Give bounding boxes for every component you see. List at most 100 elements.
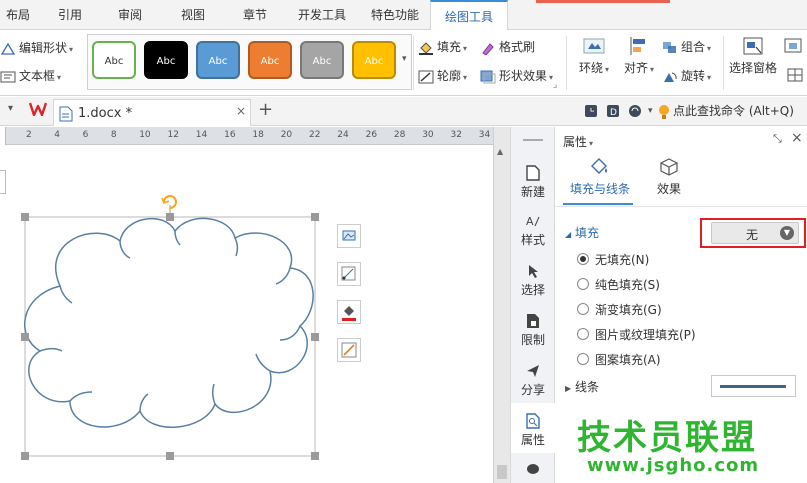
textbox-button[interactable]: 文本框 ▾	[0, 67, 61, 84]
fill-button[interactable]: 填充 ▾	[418, 38, 467, 55]
shape-effects-button[interactable]: 形状效果 ▾	[480, 67, 553, 84]
outline-button[interactable]: 轮廓 ▾	[418, 67, 467, 84]
more-tool-icon[interactable]	[784, 38, 804, 57]
chevron-down-icon: ▾	[57, 73, 62, 82]
ruler-tick-label: 32	[450, 130, 462, 140]
outline-pen-icon	[341, 342, 357, 358]
shape-style-preset[interactable]: Abc	[300, 41, 344, 79]
radio-no-fill-label[interactable]: 无填充(N)	[595, 251, 649, 268]
shape-style-preset[interactable]: Abc	[352, 41, 396, 79]
new-doc-icon	[526, 165, 540, 181]
gallery-scroll-icon[interactable]: ▾	[402, 54, 407, 64]
wrap-text-icon	[583, 38, 605, 54]
find-command-label: 点此查找命令 (Alt+Q)	[673, 104, 794, 118]
radio-no-fill[interactable]	[577, 253, 589, 265]
ruler-tick-label: 18	[252, 130, 264, 140]
radio-picture-fill[interactable]	[577, 328, 589, 340]
ruler-tick-label: 26	[365, 130, 378, 140]
find-command-box[interactable]: 点此查找命令 (Alt+Q)	[658, 102, 794, 120]
property-panel: 属性 ▾ ⤡ × 填充与线条 效果 ◢ 填充 无 ▼ 无填充(N) 纯色填充(S)…	[555, 127, 807, 483]
selection-pane-button[interactable]: 选择窗格	[728, 36, 778, 76]
layout-options-button[interactable]	[337, 224, 361, 248]
edit-shape-icon	[0, 42, 16, 55]
format-brush-button[interactable]: 格式刷	[480, 38, 535, 55]
tab-fill-and-line[interactable]: 填充与线条	[565, 157, 635, 197]
drag-grip[interactable]	[523, 139, 543, 141]
fill-section-header[interactable]: ◢ 填充	[565, 224, 599, 241]
scroll-thumb[interactable]	[497, 465, 507, 479]
vertical-scrollbar[interactable]: ▲	[493, 127, 510, 483]
dialog-launcher-icon[interactable]: ⌟	[553, 80, 557, 90]
wrap-button[interactable]: 环绕 ▾	[574, 36, 614, 76]
document-canvas[interactable]	[0, 146, 493, 483]
radio-pattern-fill-label[interactable]: 图案填充(A)	[595, 351, 661, 368]
side-new-button[interactable]: 新建	[511, 165, 555, 200]
chevron-down-icon: ▾	[707, 73, 712, 82]
new-tab-plus-icon[interactable]: +	[258, 99, 273, 120]
radio-gradient-fill-label[interactable]: 渐变填充(G)	[595, 301, 662, 318]
ruler-indent-marker[interactable]	[0, 127, 6, 145]
shape-style-preset[interactable]: Abc	[92, 41, 136, 79]
frame-icon	[784, 38, 802, 53]
watermark-url: www.jsgho.com	[587, 455, 760, 476]
cloud-shape[interactable]	[0, 146, 493, 483]
shape-style-preset[interactable]: Abc	[144, 41, 188, 79]
format-brush-label: 格式刷	[499, 40, 536, 54]
radio-gradient-fill[interactable]	[577, 303, 589, 315]
ruler-tick-label: 24	[337, 130, 349, 140]
history-icon[interactable]	[584, 104, 598, 121]
tab-references[interactable]: 引用	[48, 0, 92, 30]
document-tab[interactable]: 1.docx * ×	[53, 99, 251, 126]
group-button[interactable]: 组合 ▾	[662, 38, 711, 55]
tab-effect[interactable]: 效果	[649, 157, 689, 197]
expand-chevron-icon[interactable]: ▾	[648, 106, 653, 116]
radio-solid-fill-label[interactable]: 纯色填充(S)	[595, 276, 660, 293]
ruler-tick-label: 10	[139, 130, 151, 140]
document-file-icon	[59, 106, 73, 122]
sync-icon	[629, 105, 641, 117]
revision-icon[interactable]: D	[606, 104, 620, 121]
side-chat-button[interactable]	[511, 461, 555, 479]
tab-view[interactable]: 视图	[168, 0, 218, 30]
edit-shape-float-button[interactable]	[337, 262, 361, 286]
panel-close-icon[interactable]: ×	[791, 130, 803, 146]
line-section-header[interactable]: ▶ 线条	[565, 378, 599, 395]
radio-picture-fill-label[interactable]: 图片或纹理填充(P)	[595, 326, 696, 343]
radio-solid-fill[interactable]	[577, 278, 589, 290]
wps-logo-icon[interactable]	[28, 102, 48, 119]
align-button[interactable]: 对齐 ▾	[619, 36, 659, 76]
line-style-preview[interactable]	[711, 375, 796, 397]
fill-type-dropdown[interactable]: 无 ▼	[711, 222, 799, 244]
panel-dock-icon[interactable]: ⤡	[773, 132, 782, 146]
tab-layout[interactable]: 布局	[0, 0, 36, 30]
tab-features[interactable]: 特色功能	[364, 0, 426, 30]
more-tool-icon-2[interactable]	[786, 67, 806, 86]
backup-icon[interactable]	[628, 104, 642, 121]
side-share-button[interactable]: 分享	[511, 363, 555, 398]
radio-pattern-fill[interactable]	[577, 353, 589, 365]
outline-float-button[interactable]	[337, 338, 361, 362]
tab-list-chevron-icon[interactable]: ▾	[8, 103, 13, 114]
outline-label: 轮廓	[437, 69, 462, 83]
tab-drawing-tools[interactable]: 绘图工具	[430, 0, 508, 31]
side-style-button[interactable]: A 样式	[511, 213, 555, 248]
rotate-button[interactable]: 旋转 ▾	[662, 67, 711, 84]
side-property-button[interactable]: 属性	[511, 413, 555, 448]
edit-shape-button[interactable]: 编辑形状 ▾	[0, 39, 73, 56]
close-tab-icon[interactable]: ×	[236, 104, 246, 118]
tab-chapter[interactable]: 章节	[230, 0, 280, 30]
side-select-button[interactable]: 选择	[511, 263, 555, 298]
panel-title-button[interactable]: 属性 ▾	[563, 133, 593, 150]
tab-fill-label: 填充与线条	[569, 182, 630, 196]
shape-style-preset[interactable]: Abc	[196, 41, 240, 79]
fill-float-button[interactable]	[337, 300, 361, 324]
shape-style-preset[interactable]: Abc	[248, 41, 292, 79]
tab-review[interactable]: 审阅	[108, 0, 152, 30]
horizontal-ruler[interactable]: 2 4 6 8 10 12 14 16 18 20 22 24 26 28 30 32 34	[0, 127, 493, 145]
side-restrict-button[interactable]: 限制	[511, 313, 555, 348]
ruler-tick-label: 20	[280, 130, 293, 140]
scroll-up-arrow-icon[interactable]: ▲	[497, 147, 507, 157]
ruler-tick-label: 2	[26, 130, 32, 140]
tab-developer[interactable]: 开发工具	[292, 0, 352, 30]
wrap-label: 环绕	[578, 61, 603, 75]
